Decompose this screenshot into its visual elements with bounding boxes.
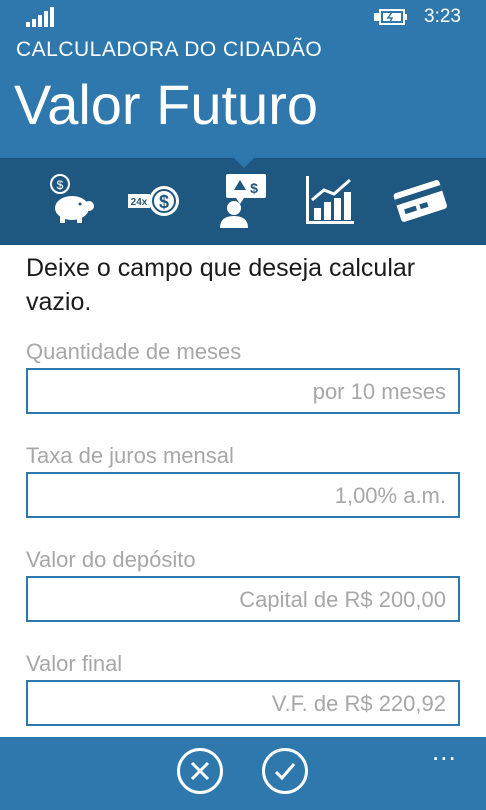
months-label: Quantidade de meses: [26, 339, 242, 364]
interest-rate-value: 1,00% a.m.: [334, 483, 446, 508]
page-title: Valor Futuro: [14, 73, 318, 136]
svg-text:$: $: [159, 192, 169, 212]
signal-strength-icon: [26, 7, 56, 27]
person-presenter-icon[interactable]: $: [216, 172, 272, 228]
bar-chart-icon[interactable]: [302, 172, 358, 228]
app-title: CALCULADORA DO CIDADÃO: [16, 38, 323, 61]
confirm-button[interactable]: [262, 748, 308, 794]
months-input[interactable]: por 10 meses: [26, 368, 460, 414]
final-value-value: V.F. de R$ 220,92: [271, 691, 446, 716]
deposit-input[interactable]: Capital de R$ 200,00: [26, 576, 460, 622]
interest-rate-label: Taxa de juros mensal: [26, 443, 234, 468]
header: 3:23 CALCULADORA DO CIDADÃO Valor Futuro: [0, 0, 486, 158]
credit-card-icon[interactable]: [392, 172, 448, 228]
piggy-bank-icon[interactable]: $: [44, 172, 100, 228]
months-value: por 10 meses: [312, 379, 446, 404]
instructions-text: Deixe o campo que deseja calcular vazio.: [26, 254, 416, 316]
selected-nav-pointer: [234, 158, 254, 168]
cancel-button[interactable]: [177, 748, 223, 794]
deposit-value: Capital de R$ 200,00: [239, 587, 446, 612]
cancel-icon: [190, 761, 210, 781]
svg-text:24x: 24x: [131, 197, 148, 208]
svg-text:$: $: [250, 180, 258, 196]
deposit-label: Valor do depósito: [26, 547, 196, 572]
final-value-input[interactable]: V.F. de R$ 220,92: [26, 680, 460, 726]
interest-rate-input[interactable]: 1,00% a.m.: [26, 472, 460, 518]
final-value-label: Valor final: [26, 651, 123, 676]
installments-24x-icon[interactable]: 24x $: [128, 172, 184, 228]
clock-time: 3:23: [424, 6, 461, 27]
confirm-icon: [274, 763, 296, 781]
status-bar: 3:23: [0, 0, 486, 34]
battery-charging-icon: [374, 9, 408, 25]
more-options-button[interactable]: ...: [432, 738, 457, 764]
svg-text:$: $: [57, 178, 64, 192]
app-bar: [0, 737, 486, 810]
